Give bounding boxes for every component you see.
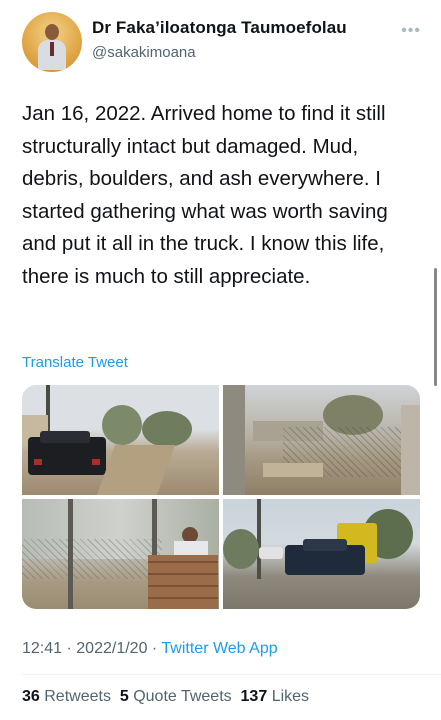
retweets-count: 36	[22, 688, 40, 705]
scrollbar[interactable]	[434, 268, 437, 386]
tweet-stats: 36 Retweets 5 Quote Tweets 137 Likes	[22, 688, 309, 706]
tweet-date[interactable]: 2022/1/20	[76, 640, 147, 657]
author-handle[interactable]: @sakakimoana	[92, 44, 196, 61]
likes-stat[interactable]: 137 Likes	[241, 688, 310, 705]
quote-tweets-count: 5	[119, 688, 129, 705]
translate-tweet-link[interactable]: Translate Tweet	[22, 354, 128, 371]
tweet-meta: 12:41 · 2022/1/20 · Twitter Web App	[22, 640, 278, 658]
tweet-source-app[interactable]: Twitter Web App	[161, 640, 277, 657]
meta-separator: ·	[151, 640, 158, 657]
avatar[interactable]	[22, 12, 82, 72]
author-name[interactable]: Dr Faka’iloatonga Taumoefolau	[92, 18, 347, 38]
more-horizontal-icon[interactable]: •••	[401, 22, 421, 40]
likes-label: Likes	[271, 688, 310, 705]
quote-tweets-stat[interactable]: 5 Quote Tweets	[120, 688, 232, 705]
divider	[22, 674, 441, 675]
retweets-label: Retweets	[44, 688, 111, 705]
quote-tweets-label: Quote Tweets	[133, 688, 232, 705]
photo-road-truck[interactable]	[22, 385, 219, 495]
tweet-time[interactable]: 12:41	[22, 640, 62, 657]
avatar-figure-head	[45, 24, 59, 40]
avatar-figure-tie	[50, 42, 54, 56]
photo-ash-yard-fence[interactable]	[223, 385, 420, 495]
photo-man-crate[interactable]	[22, 499, 219, 609]
photo-street-vehicles[interactable]	[223, 499, 420, 609]
likes-count: 137	[240, 688, 268, 705]
retweets-stat[interactable]: 36 Retweets	[22, 688, 111, 705]
media-grid	[22, 385, 420, 609]
tweet-text: Jan 16, 2022. Arrived home to find it st…	[22, 102, 388, 288]
meta-separator: ·	[66, 640, 72, 657]
